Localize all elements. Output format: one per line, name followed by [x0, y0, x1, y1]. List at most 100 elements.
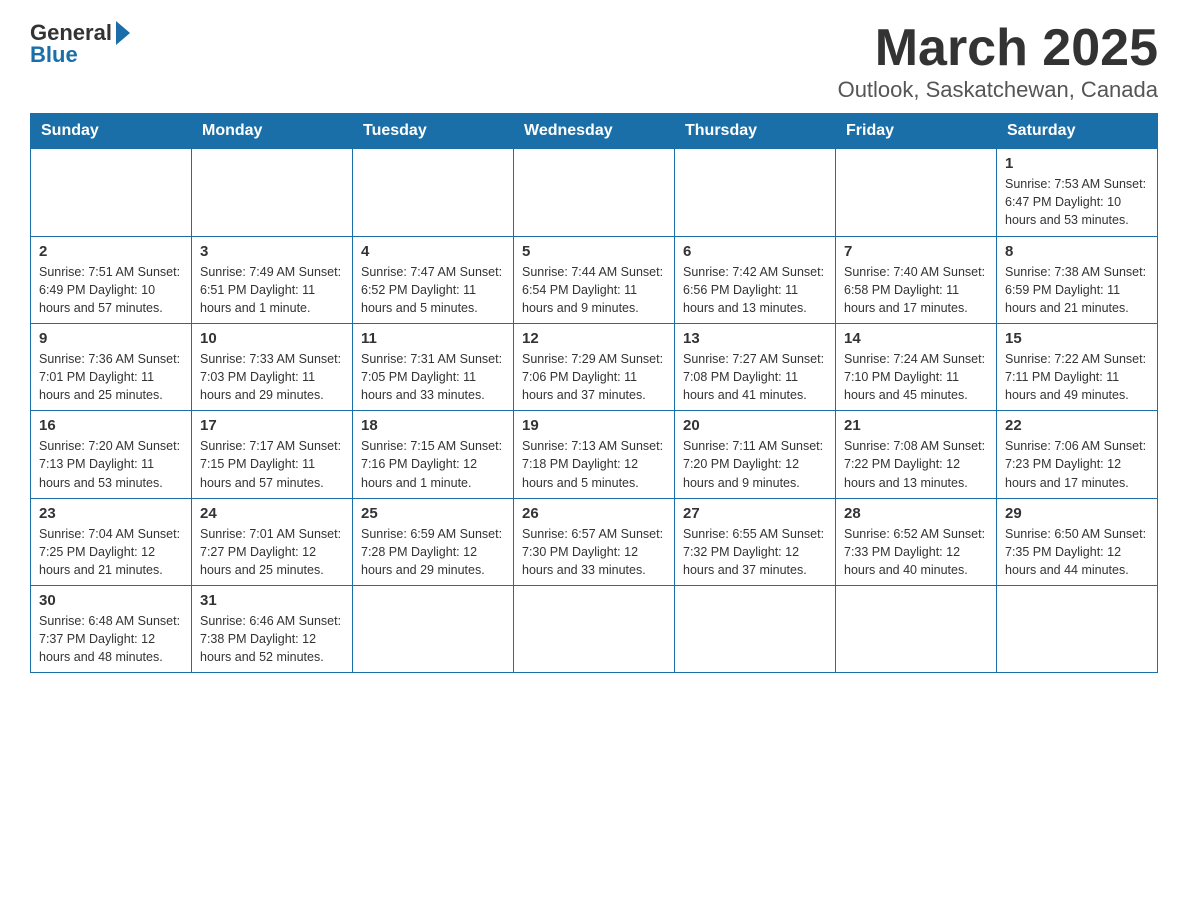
day-number: 21 [844, 417, 988, 434]
calendar-cell: 8 Sunrise: 7:38 AM Sunset: 6:59 PM Daylig… [997, 236, 1158, 323]
day-info: Sunrise: 7:04 AM Sunset: 7:25 PM Dayligh… [39, 525, 183, 579]
day-info: Sunrise: 7:36 AM Sunset: 7:01 PM Dayligh… [39, 350, 183, 404]
day-number: 2 [39, 243, 183, 260]
day-number: 6 [683, 243, 827, 260]
day-info: Sunrise: 7:40 AM Sunset: 6:58 PM Dayligh… [844, 263, 988, 317]
day-number: 13 [683, 330, 827, 347]
calendar-week-row: 9 Sunrise: 7:36 AM Sunset: 7:01 PM Daylig… [31, 323, 1158, 410]
calendar-cell: 5 Sunrise: 7:44 AM Sunset: 6:54 PM Daylig… [514, 236, 675, 323]
day-info: Sunrise: 7:44 AM Sunset: 6:54 PM Dayligh… [522, 263, 666, 317]
day-info: Sunrise: 6:50 AM Sunset: 7:35 PM Dayligh… [1005, 525, 1149, 579]
calendar-table: SundayMondayTuesdayWednesdayThursdayFrid… [30, 113, 1158, 673]
calendar-cell: 29Sunrise: 6:50 AM Sunset: 7:35 PM Dayli… [997, 498, 1158, 585]
day-number: 8 [1005, 243, 1149, 260]
day-info: Sunrise: 6:46 AM Sunset: 7:38 PM Dayligh… [200, 612, 344, 666]
calendar-cell [353, 149, 514, 236]
day-number: 24 [200, 505, 344, 522]
day-number: 3 [200, 243, 344, 260]
day-number: 9 [39, 330, 183, 347]
calendar-cell: 31Sunrise: 6:46 AM Sunset: 7:38 PM Dayli… [192, 586, 353, 673]
calendar-cell [192, 149, 353, 236]
day-info: Sunrise: 7:13 AM Sunset: 7:18 PM Dayligh… [522, 437, 666, 491]
day-info: Sunrise: 7:08 AM Sunset: 7:22 PM Dayligh… [844, 437, 988, 491]
day-number: 15 [1005, 330, 1149, 347]
calendar-cell: 23 Sunrise: 7:04 AM Sunset: 7:25 PM Dayli… [31, 498, 192, 585]
calendar-cell [514, 149, 675, 236]
calendar-cell: 15 Sunrise: 7:22 AM Sunset: 7:11 PM Dayli… [997, 323, 1158, 410]
calendar-cell: 2Sunrise: 7:51 AM Sunset: 6:49 PM Daylig… [31, 236, 192, 323]
calendar-week-row: 23 Sunrise: 7:04 AM Sunset: 7:25 PM Dayli… [31, 498, 1158, 585]
day-info: Sunrise: 6:55 AM Sunset: 7:32 PM Dayligh… [683, 525, 827, 579]
calendar-cell: 26 Sunrise: 6:57 AM Sunset: 7:30 PM Dayli… [514, 498, 675, 585]
day-number: 30 [39, 592, 183, 609]
calendar-cell: 4 Sunrise: 7:47 AM Sunset: 6:52 PM Daylig… [353, 236, 514, 323]
weekday-header-thursday: Thursday [675, 114, 836, 149]
day-info: Sunrise: 7:42 AM Sunset: 6:56 PM Dayligh… [683, 263, 827, 317]
calendar-week-row: 1Sunrise: 7:53 AM Sunset: 6:47 PM Daylig… [31, 149, 1158, 236]
day-info: Sunrise: 7:38 AM Sunset: 6:59 PM Dayligh… [1005, 263, 1149, 317]
day-info: Sunrise: 7:29 AM Sunset: 7:06 PM Dayligh… [522, 350, 666, 404]
calendar-cell: 3Sunrise: 7:49 AM Sunset: 6:51 PM Daylig… [192, 236, 353, 323]
day-number: 28 [844, 505, 988, 522]
day-number: 19 [522, 417, 666, 434]
calendar-cell: 25Sunrise: 6:59 AM Sunset: 7:28 PM Dayli… [353, 498, 514, 585]
day-number: 5 [522, 243, 666, 260]
calendar-week-row: 16Sunrise: 7:20 AM Sunset: 7:13 PM Dayli… [31, 411, 1158, 498]
calendar-cell: 6 Sunrise: 7:42 AM Sunset: 6:56 PM Daylig… [675, 236, 836, 323]
calendar-cell: 28 Sunrise: 6:52 AM Sunset: 7:33 PM Dayli… [836, 498, 997, 585]
calendar-cell: 27 Sunrise: 6:55 AM Sunset: 7:32 PM Dayli… [675, 498, 836, 585]
day-info: Sunrise: 7:01 AM Sunset: 7:27 PM Dayligh… [200, 525, 344, 579]
day-info: Sunrise: 7:17 AM Sunset: 7:15 PM Dayligh… [200, 437, 344, 491]
day-info: Sunrise: 7:47 AM Sunset: 6:52 PM Dayligh… [361, 263, 505, 317]
logo: General Blue [30, 20, 130, 68]
calendar-cell: 10Sunrise: 7:33 AM Sunset: 7:03 PM Dayli… [192, 323, 353, 410]
weekday-header-tuesday: Tuesday [353, 114, 514, 149]
month-title: March 2025 [838, 20, 1158, 77]
day-number: 17 [200, 417, 344, 434]
calendar-cell: 9 Sunrise: 7:36 AM Sunset: 7:01 PM Daylig… [31, 323, 192, 410]
calendar-cell: 24 Sunrise: 7:01 AM Sunset: 7:27 PM Dayli… [192, 498, 353, 585]
day-number: 14 [844, 330, 988, 347]
weekday-header-wednesday: Wednesday [514, 114, 675, 149]
weekday-header-sunday: Sunday [31, 114, 192, 149]
calendar-cell [675, 149, 836, 236]
day-info: Sunrise: 7:27 AM Sunset: 7:08 PM Dayligh… [683, 350, 827, 404]
day-number: 22 [1005, 417, 1149, 434]
calendar-cell: 17 Sunrise: 7:17 AM Sunset: 7:15 PM Dayli… [192, 411, 353, 498]
day-info: Sunrise: 7:33 AM Sunset: 7:03 PM Dayligh… [200, 350, 344, 404]
calendar-cell: 11 Sunrise: 7:31 AM Sunset: 7:05 PM Dayli… [353, 323, 514, 410]
day-info: Sunrise: 7:31 AM Sunset: 7:05 PM Dayligh… [361, 350, 505, 404]
day-number: 20 [683, 417, 827, 434]
day-info: Sunrise: 7:24 AM Sunset: 7:10 PM Dayligh… [844, 350, 988, 404]
calendar-cell: 20Sunrise: 7:11 AM Sunset: 7:20 PM Dayli… [675, 411, 836, 498]
calendar-cell: 16Sunrise: 7:20 AM Sunset: 7:13 PM Dayli… [31, 411, 192, 498]
calendar-cell [997, 586, 1158, 673]
calendar-cell: 21 Sunrise: 7:08 AM Sunset: 7:22 PM Dayli… [836, 411, 997, 498]
day-number: 7 [844, 243, 988, 260]
day-info: Sunrise: 7:15 AM Sunset: 7:16 PM Dayligh… [361, 437, 505, 491]
calendar-cell: 12Sunrise: 7:29 AM Sunset: 7:06 PM Dayli… [514, 323, 675, 410]
page-header: General Blue March 2025 Outlook, Saskatc… [30, 20, 1158, 103]
calendar-week-row: 2Sunrise: 7:51 AM Sunset: 6:49 PM Daylig… [31, 236, 1158, 323]
day-number: 27 [683, 505, 827, 522]
calendar-week-row: 30Sunrise: 6:48 AM Sunset: 7:37 PM Dayli… [31, 586, 1158, 673]
calendar-cell [836, 149, 997, 236]
day-info: Sunrise: 7:22 AM Sunset: 7:11 PM Dayligh… [1005, 350, 1149, 404]
weekday-header-saturday: Saturday [997, 114, 1158, 149]
day-number: 11 [361, 330, 505, 347]
logo-blue-text: Blue [30, 42, 78, 68]
calendar-cell: 30Sunrise: 6:48 AM Sunset: 7:37 PM Dayli… [31, 586, 192, 673]
day-number: 26 [522, 505, 666, 522]
calendar-cell: 13 Sunrise: 7:27 AM Sunset: 7:08 PM Dayli… [675, 323, 836, 410]
day-number: 16 [39, 417, 183, 434]
calendar-cell: 22Sunrise: 7:06 AM Sunset: 7:23 PM Dayli… [997, 411, 1158, 498]
day-number: 4 [361, 243, 505, 260]
day-number: 1 [1005, 155, 1149, 172]
calendar-cell [31, 149, 192, 236]
day-number: 23 [39, 505, 183, 522]
day-info: Sunrise: 6:52 AM Sunset: 7:33 PM Dayligh… [844, 525, 988, 579]
day-number: 18 [361, 417, 505, 434]
title-block: March 2025 Outlook, Saskatchewan, Canada [838, 20, 1158, 103]
day-info: Sunrise: 6:57 AM Sunset: 7:30 PM Dayligh… [522, 525, 666, 579]
weekday-header-monday: Monday [192, 114, 353, 149]
